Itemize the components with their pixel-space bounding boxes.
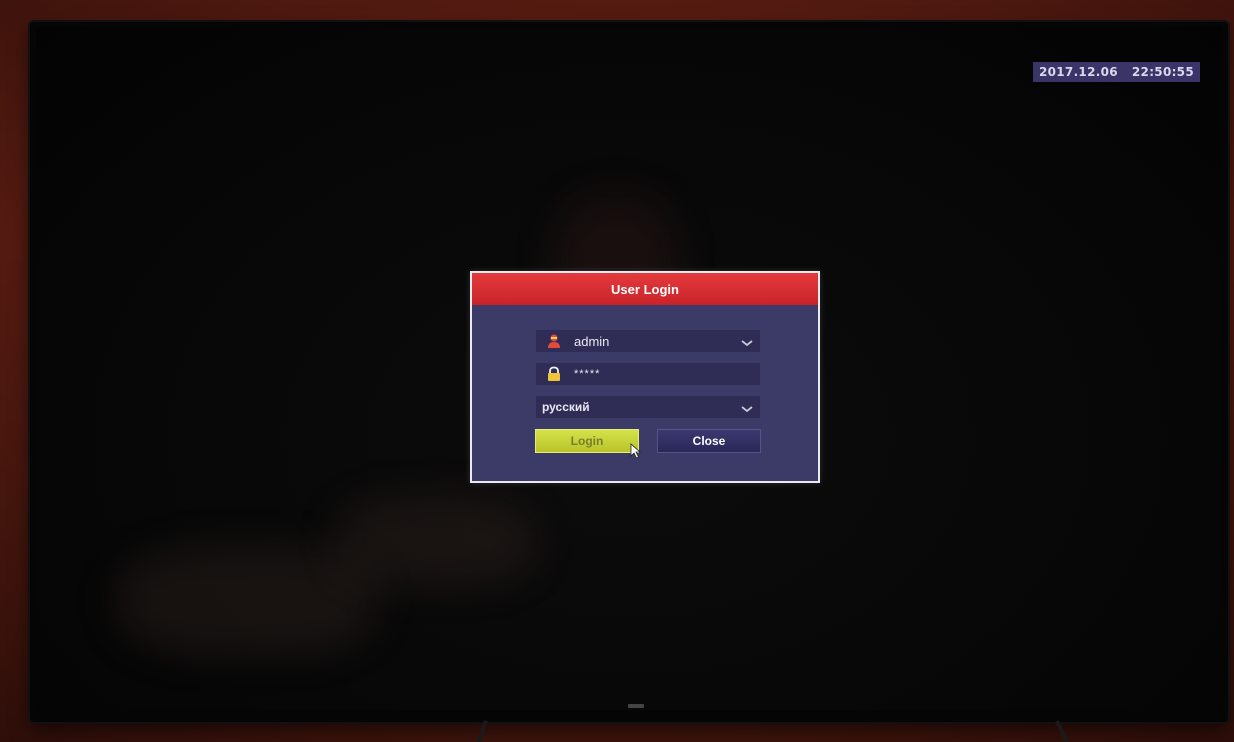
username-value: admin [574,333,610,349]
language-select[interactable]: русский [536,396,760,418]
password-value: ***** [574,368,601,380]
dialog-title-bar: User Login [472,273,818,305]
language-value: русский [542,400,590,414]
osd-time: 22:50:55 [1131,65,1194,79]
chevron-down-icon [740,402,754,413]
lock-icon [546,366,562,382]
osd-datetime: 2017.12.06 22:50:55 [1032,62,1200,82]
username-select[interactable]: admin [536,330,760,352]
dialog-title: User Login [611,281,679,297]
close-button[interactable]: Close [657,429,761,453]
tv-brand-logo [628,704,644,708]
screen-reflection [116,546,376,656]
password-field[interactable]: ***** [536,363,760,385]
tv-frame: 2017.12.06 22:50:55 User Login admin ***… [30,22,1228,722]
mouse-cursor-icon [630,443,642,459]
user-icon [546,333,562,349]
user-login-dialog: User Login admin ***** русский Login Clo… [470,271,820,483]
tv-screen: 2017.12.06 22:50:55 User Login admin ***… [36,26,1222,710]
screen-reflection [336,496,536,586]
osd-date: 2017.12.06 [1038,65,1118,79]
chevron-down-icon [740,336,754,347]
login-button[interactable]: Login [535,429,639,453]
